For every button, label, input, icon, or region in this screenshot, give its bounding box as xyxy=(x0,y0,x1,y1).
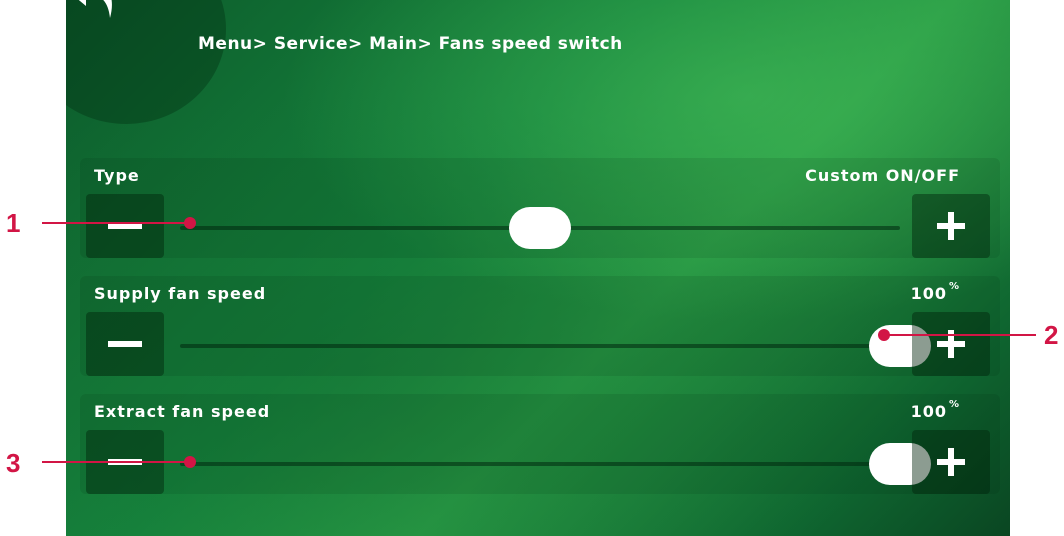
extract-fan-slider-track[interactable] xyxy=(180,443,931,485)
supply-fan-speed-value: 100% xyxy=(910,280,960,303)
type-value: Custom ON/OFF xyxy=(805,166,960,185)
extract-fan-speed-label: Extract fan speed xyxy=(94,402,271,421)
type-setting-row: Type Custom ON/OFF xyxy=(80,158,1000,258)
minus-icon xyxy=(108,341,142,347)
plus-icon xyxy=(937,330,965,358)
breadcrumb: Menu> Service> Main> Fans speed switch xyxy=(198,34,623,54)
back-arrow-icon xyxy=(78,0,112,18)
plus-icon xyxy=(937,448,965,476)
callout-2-line xyxy=(886,334,1036,336)
back-button[interactable] xyxy=(66,0,226,124)
supply-fan-decrease-button[interactable] xyxy=(86,312,164,376)
extract-fan-speed-value: 100% xyxy=(910,398,960,421)
type-slider-thumb[interactable] xyxy=(509,207,571,249)
type-increase-button[interactable] xyxy=(912,194,990,258)
callout-1-line xyxy=(42,222,188,224)
supply-fan-speed-label: Supply fan speed xyxy=(94,284,267,303)
type-label: Type xyxy=(94,166,140,185)
extract-fan-speed-row: Extract fan speed 100% xyxy=(80,394,1000,494)
callout-3-line xyxy=(42,461,188,463)
callout-3-number: 3 xyxy=(6,448,21,478)
minus-icon xyxy=(108,223,142,229)
type-slider-track[interactable] xyxy=(180,207,900,249)
plus-icon xyxy=(937,212,965,240)
supply-fan-slider-track[interactable] xyxy=(180,325,931,367)
callout-2-dot xyxy=(878,329,890,341)
callout-1-dot xyxy=(184,217,196,229)
fans-speed-screen: Menu> Service> Main> Fans speed switch T… xyxy=(66,0,1010,536)
callout-1-number: 1 xyxy=(6,208,21,238)
supply-fan-speed-row: Supply fan speed 100% xyxy=(80,276,1000,376)
callout-2-number: 2 xyxy=(1044,320,1059,350)
extract-fan-increase-button[interactable] xyxy=(912,430,990,494)
callout-3-dot xyxy=(184,456,196,468)
type-decrease-button[interactable] xyxy=(86,194,164,258)
supply-fan-increase-button[interactable] xyxy=(912,312,990,376)
